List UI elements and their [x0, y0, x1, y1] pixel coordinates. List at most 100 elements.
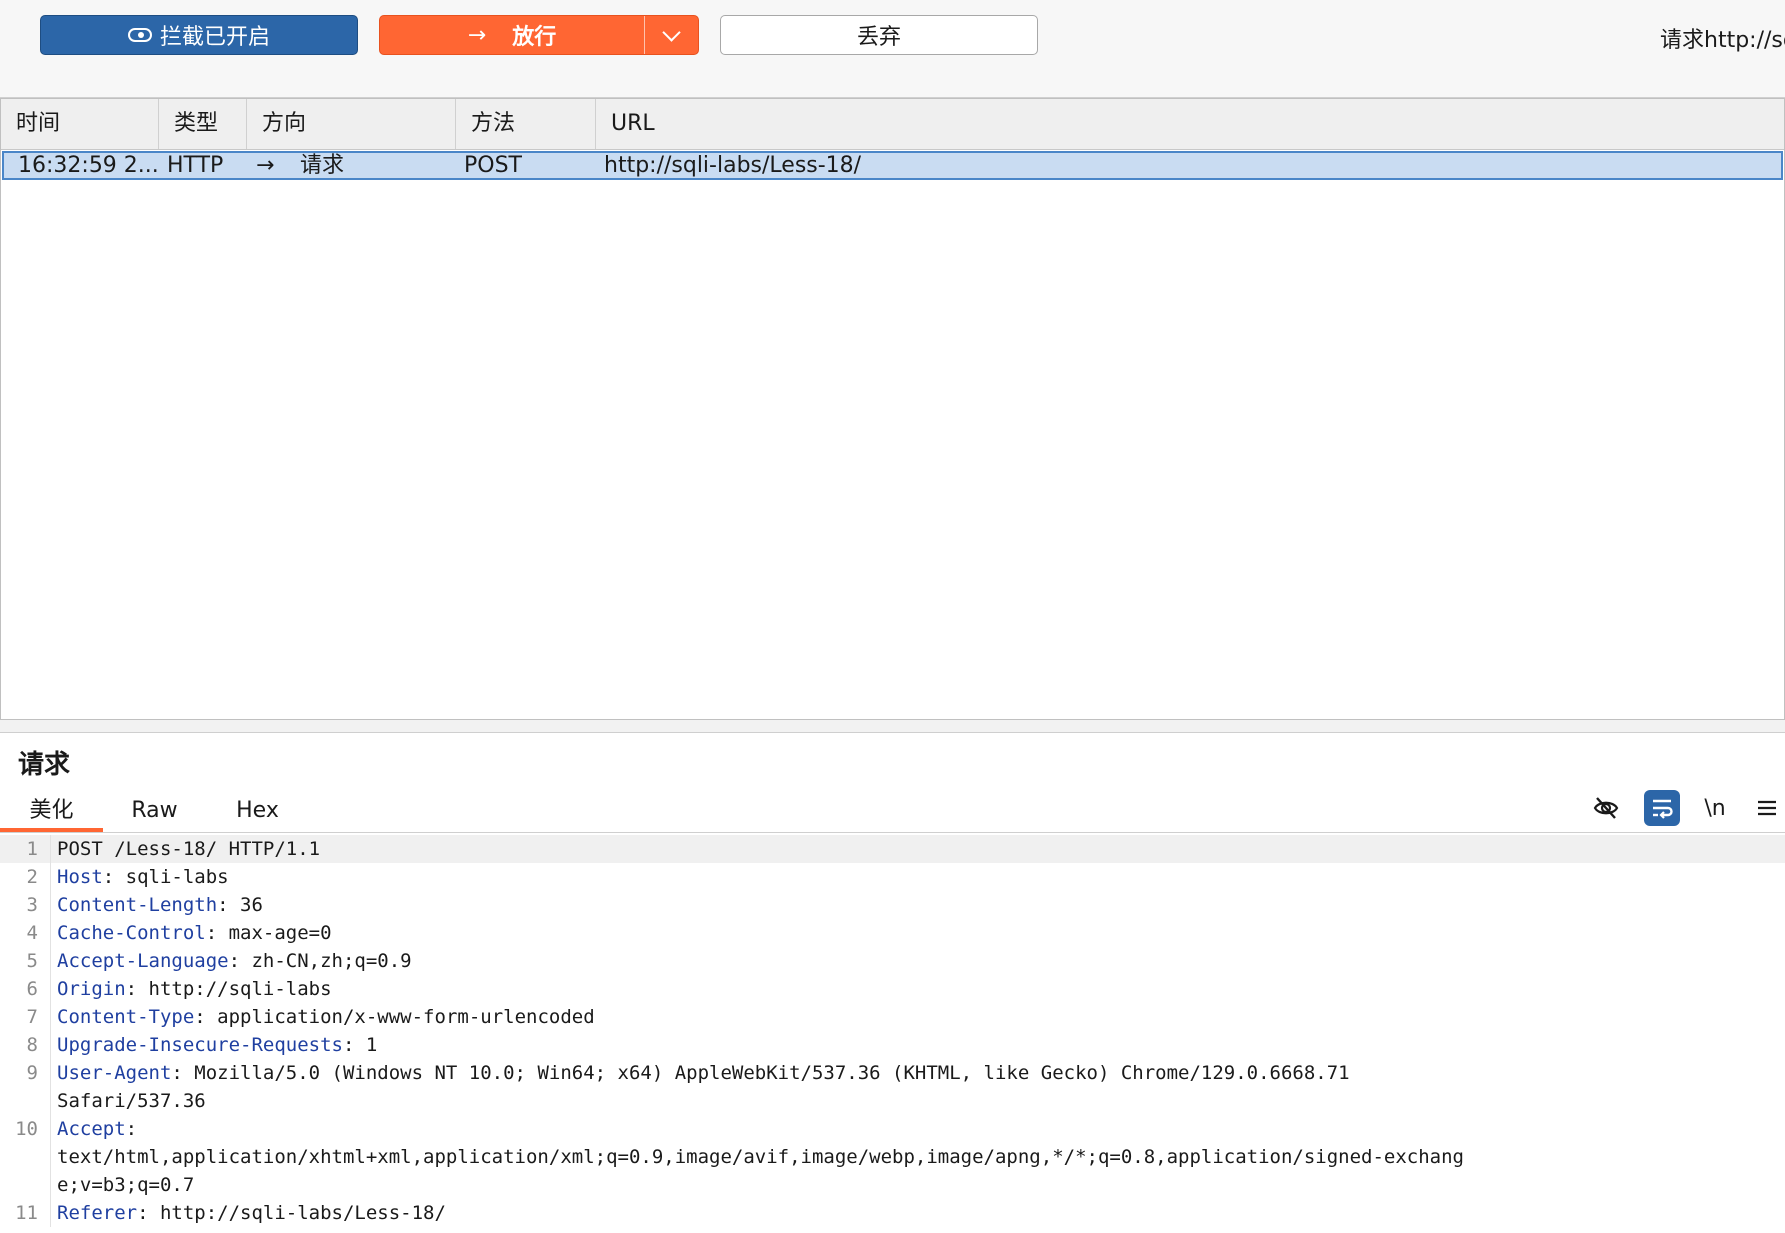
editor-line: 7 Content-Type: application/x-www-form-ur… — [0, 1003, 1785, 1031]
line-number: 7 — [0, 1003, 51, 1031]
editor-line: 2 Host: sqli-labs — [0, 863, 1785, 891]
line-content: User-Agent: Mozilla/5.0 (Windows NT 10.0… — [51, 1059, 1785, 1087]
arrow-right-icon: → — [467, 22, 487, 48]
cell-time: 16:32:59 2... — [18, 153, 159, 178]
drop-label: 丢弃 — [856, 25, 901, 50]
column-header-method[interactable]: 方法 — [456, 99, 596, 149]
column-header-url[interactable]: URL — [596, 99, 1784, 149]
line-number: 5 — [0, 947, 51, 975]
line-number — [0, 1143, 51, 1171]
header-name: Origin — [57, 978, 126, 1000]
menu-button[interactable] — [1749, 790, 1785, 826]
line-content: Origin: http://sqli-labs — [51, 975, 1785, 1003]
show-newlines-button[interactable]: \n — [1697, 790, 1733, 826]
line-content: text/html,application/xhtml+xml,applicat… — [51, 1143, 1785, 1171]
header-name: Accept — [57, 1118, 126, 1140]
line-content: Content-Type: application/x-www-form-url… — [51, 1003, 1785, 1031]
cell-method: POST — [464, 153, 522, 178]
line-number — [0, 1087, 51, 1115]
forward-label: 放行 — [512, 25, 557, 50]
header-value: : http://sqli-labs/Less-18/ — [137, 1202, 446, 1224]
header-value: : — [125, 1118, 138, 1140]
header-name: Referer — [57, 1202, 138, 1224]
request-editor[interactable]: 1 POST /Less-18/ HTTP/1.1 2 Host: sqli-labs… — [0, 835, 1785, 1233]
editor-line: 8 Upgrade-Insecure-Requests: 1 — [0, 1031, 1785, 1059]
header-value: POST /Less-18/ HTTP/1.1 — [57, 838, 321, 860]
tab-hex[interactable]: Hex — [206, 790, 309, 832]
editor-line: 3 Content-Length: 36 — [0, 891, 1785, 919]
line-content: Accept-Language: zh-CN,zh;q=0.9 — [51, 947, 1785, 975]
cell-type: HTTP — [167, 153, 224, 178]
editor-line: 4 Cache-Control: max-age=0 — [0, 919, 1785, 947]
tab-raw[interactable]: Raw — [103, 790, 206, 832]
line-content: e;v=b3;q=0.7 — [51, 1171, 1785, 1199]
line-content: Content-Length: 36 — [51, 891, 1785, 919]
newline-icon: \n — [1704, 795, 1726, 821]
editor-line: 1 POST /Less-18/ HTTP/1.1 — [0, 835, 1785, 863]
wrap-icon — [1653, 799, 1673, 819]
header-value: : Mozilla/5.0 (Windows NT 10.0; Win64; x… — [171, 1062, 1350, 1084]
cell-direction: 请求 — [300, 153, 345, 178]
editor-line: 11 Referer: http://sqli-labs/Less-18/ — [0, 1199, 1785, 1227]
editor-line: text/html,application/xhtml+xml,applicat… — [0, 1143, 1785, 1171]
line-content: Safari/537.36 — [51, 1087, 1785, 1115]
eye-off-icon — [1593, 797, 1619, 819]
tab-pretty[interactable]: 美化 — [0, 790, 103, 832]
line-number: 3 — [0, 891, 51, 919]
request-target-title: 请求http://sqli-labs — [1660, 28, 1785, 53]
line-number: 11 — [0, 1199, 51, 1227]
eye-icon — [127, 28, 152, 42]
line-content: Cache-Control: max-age=0 — [51, 919, 1785, 947]
header-name: Accept-Language — [57, 950, 229, 972]
line-number: 2 — [0, 863, 51, 891]
arrow-right-icon: → — [256, 153, 275, 178]
editor-line: 10 Accept: — [0, 1115, 1785, 1143]
forward-button[interactable]: → 放行 — [380, 16, 645, 54]
header-value: : sqli-labs — [102, 866, 229, 888]
hamburger-menu-icon — [1758, 800, 1776, 816]
request-pane-title: 请求 — [18, 750, 71, 780]
intercept-toolbar: 拦截已开启 → 放行 丢弃 请求http://sqli-labs — [0, 0, 1785, 98]
chevron-down-icon — [662, 22, 681, 42]
editor-lines: 1 POST /Less-18/ HTTP/1.1 2 Host: sqli-labs… — [0, 835, 1785, 1227]
word-wrap-button[interactable] — [1644, 790, 1680, 826]
line-content: Host: sqli-labs — [51, 863, 1785, 891]
editor-line: 6 Origin: http://sqli-labs — [0, 975, 1785, 1003]
drop-button[interactable]: 丢弃 — [720, 15, 1038, 55]
editor-line: Safari/537.36 — [0, 1087, 1785, 1115]
forward-button-group: → 放行 — [379, 15, 699, 55]
header-value: : max-age=0 — [205, 922, 332, 944]
header-name: User-Agent — [57, 1062, 172, 1084]
header-value: : 36 — [217, 894, 263, 916]
line-content: POST /Less-18/ HTTP/1.1 — [51, 835, 1785, 863]
header-name: Content-Type — [57, 1006, 195, 1028]
header-value: : zh-CN,zh;q=0.9 — [228, 950, 412, 972]
intercept-toggle-button[interactable]: 拦截已开启 — [40, 15, 358, 55]
editor-line: e;v=b3;q=0.7 — [0, 1171, 1785, 1199]
hide-nonprintable-button[interactable] — [1588, 790, 1624, 826]
line-number — [0, 1171, 51, 1199]
editor-line: 5 Accept-Language: zh-CN,zh;q=0.9 — [0, 947, 1785, 975]
header-name: Content-Length — [57, 894, 218, 916]
pane-splitter[interactable] — [0, 720, 1785, 733]
header-name: Host — [57, 866, 103, 888]
column-header-time[interactable]: 时间 — [1, 99, 159, 149]
column-header-type[interactable]: 类型 — [159, 99, 247, 149]
cell-url: http://sqli-labs/Less-18/ — [604, 153, 862, 178]
header-value: : application/x-www-form-urlencoded — [194, 1006, 595, 1028]
line-number: 4 — [0, 919, 51, 947]
line-number: 10 — [0, 1115, 51, 1143]
line-content: Referer: http://sqli-labs/Less-18/ — [51, 1199, 1785, 1227]
line-number: 8 — [0, 1031, 51, 1059]
line-content: Upgrade-Insecure-Requests: 1 — [51, 1031, 1785, 1059]
header-name: Upgrade-Insecure-Requests — [57, 1034, 343, 1056]
column-header-direction[interactable]: 方向 — [247, 99, 456, 149]
line-number: 6 — [0, 975, 51, 1003]
editor-line: 9 User-Agent: Mozilla/5.0 (Windows NT 10.… — [0, 1059, 1785, 1087]
line-content: Accept: — [51, 1115, 1785, 1143]
forward-options-dropdown[interactable] — [645, 16, 698, 54]
header-value: Safari/537.36 — [57, 1090, 206, 1112]
header-name: Cache-Control — [57, 922, 206, 944]
table-row[interactable]: 16:32:59 2... HTTP → 请求 POST http://sqli… — [2, 151, 1783, 180]
header-value: e;v=b3;q=0.7 — [57, 1174, 195, 1196]
